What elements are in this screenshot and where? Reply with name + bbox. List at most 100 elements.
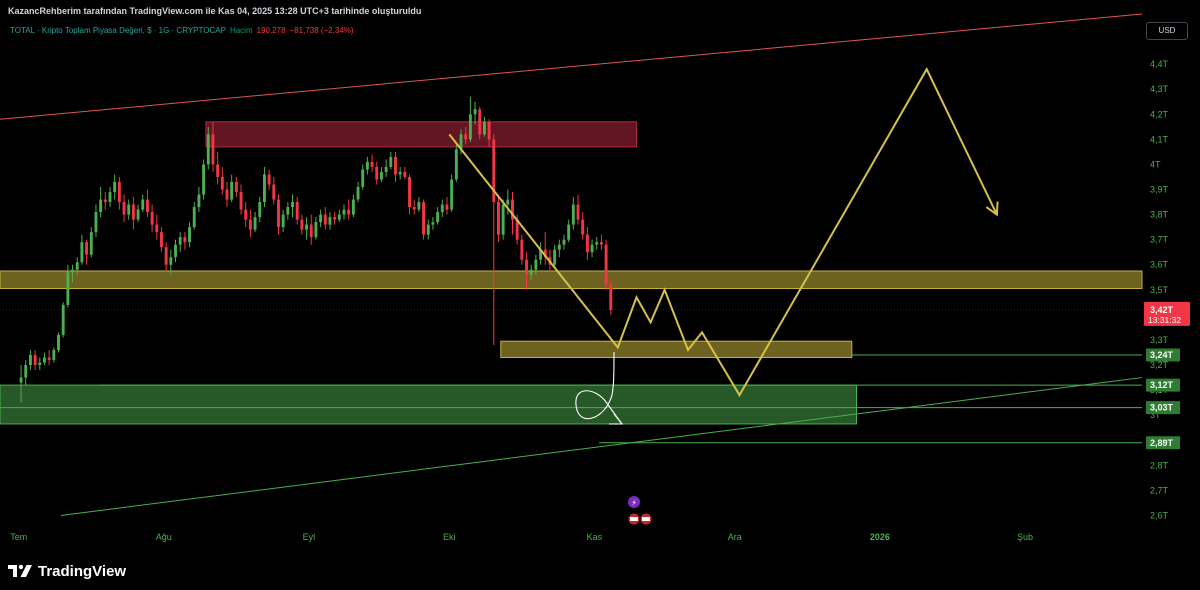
candle [422, 199, 426, 240]
candle-body [403, 171, 407, 177]
tradingview-logo-icon [8, 564, 32, 577]
price-tick-label: 4,3T [1150, 84, 1169, 94]
candle [295, 197, 299, 225]
candle [557, 239, 561, 258]
trendline-upper [0, 13, 1143, 120]
candle-body [347, 209, 351, 215]
candle [323, 207, 327, 230]
candle-body [94, 212, 98, 233]
candle-body [33, 354, 37, 366]
candle [85, 239, 89, 265]
time-tick-label: Şub [1017, 532, 1033, 542]
candle [384, 159, 388, 177]
candle-body [445, 204, 449, 210]
candle-body [426, 224, 430, 235]
candle-body [192, 207, 196, 228]
candle-body [525, 259, 528, 275]
candle [52, 347, 56, 363]
candle-body [557, 244, 561, 250]
candle [24, 360, 28, 386]
candle [305, 217, 309, 240]
candle [398, 166, 402, 180]
candle-body [197, 194, 201, 208]
candle [539, 242, 543, 265]
candle [585, 227, 589, 260]
candle-body [183, 237, 187, 243]
price-tick-label: 2,8T [1150, 460, 1169, 470]
candle [375, 161, 379, 185]
candle [225, 181, 229, 208]
candle-body [85, 242, 89, 255]
candle-body [131, 204, 135, 220]
candle-body [328, 217, 332, 225]
flag-stripe [642, 517, 650, 521]
candle-body [202, 164, 206, 195]
candle-body [52, 349, 56, 361]
candle [281, 209, 285, 233]
candle [576, 194, 580, 225]
candle [267, 169, 271, 190]
candle [403, 166, 407, 180]
candle [253, 212, 257, 233]
level-badge-label: 2,89T [1150, 438, 1174, 448]
candle [113, 174, 117, 200]
candle [412, 199, 416, 215]
candle [192, 202, 196, 230]
candle [150, 204, 154, 233]
candle-body [61, 304, 65, 335]
candle [80, 234, 84, 265]
candle-body [216, 164, 220, 177]
candle-body [581, 219, 585, 235]
candle-body [103, 199, 107, 203]
candle-body [468, 114, 472, 140]
candle [342, 204, 346, 220]
candle-body [281, 214, 285, 228]
candle-body [234, 181, 238, 193]
candle-body [300, 219, 304, 230]
candle [431, 217, 435, 230]
bar-countdown: 13:31:32 [1148, 315, 1181, 325]
candle-body [89, 232, 93, 255]
candle-body [431, 222, 435, 225]
zone-supply-0 [205, 121, 638, 148]
candle-body [375, 166, 379, 180]
candle [164, 242, 168, 273]
candle-body [412, 207, 416, 210]
candle-body [365, 161, 369, 170]
candle-body [379, 171, 383, 180]
candle [99, 187, 103, 218]
candle [220, 166, 224, 195]
tradingview-logo-text: TradingView [38, 562, 127, 580]
price-chart[interactable]: 4,4T 4,3T 4,2T 4,1T 4T 3,9T 3,8T 3,7T 3,6T 3,5T 3,… [0, 0, 1200, 590]
candle-body [337, 214, 341, 220]
candle [408, 174, 411, 215]
candle-body [117, 181, 121, 203]
candle-body [440, 204, 444, 213]
candle-body [286, 207, 290, 215]
candle [482, 116, 486, 137]
candle [436, 207, 440, 225]
candle [300, 214, 304, 235]
candle-body [239, 192, 243, 210]
candle [248, 209, 252, 238]
candle-body [43, 357, 46, 363]
candle-body [314, 222, 318, 238]
candle [160, 227, 163, 253]
candle [183, 232, 187, 250]
current-price-label: 3,42T [1150, 305, 1174, 315]
zone-demand-3 [0, 384, 857, 425]
tradingview-logo[interactable]: TradingView [8, 561, 126, 581]
time-tick-label: Ara [728, 532, 742, 542]
candle [389, 151, 393, 170]
candle-body [244, 209, 248, 220]
candle [117, 176, 121, 210]
candle-body [24, 365, 28, 378]
candle [309, 214, 313, 245]
candle-body [291, 202, 294, 208]
candle-body [553, 249, 557, 265]
annotations-layer: ⚡ [575, 351, 652, 525]
candle [454, 144, 458, 182]
candle [347, 199, 351, 220]
candle-body [394, 156, 397, 175]
candle [379, 166, 383, 182]
